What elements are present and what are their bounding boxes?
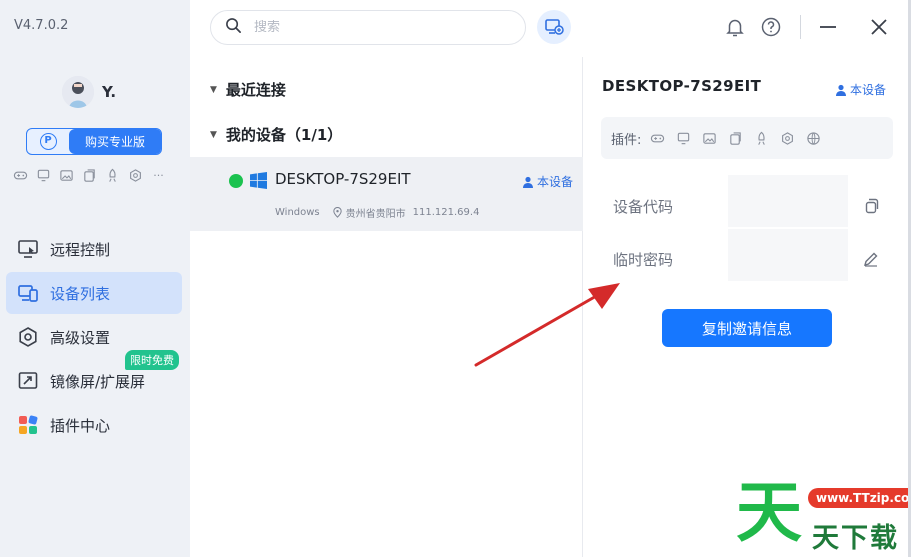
copy-icon[interactable] xyxy=(81,167,98,184)
notification-bell-icon[interactable] xyxy=(722,14,748,40)
gamepad-icon[interactable] xyxy=(12,167,29,184)
nav-item-plugin-center[interactable]: 插件中心 xyxy=(6,404,182,446)
camera-icon[interactable] xyxy=(779,130,796,147)
settings-hexagon-icon xyxy=(16,325,40,349)
copy-invite-button[interactable]: 复制邀请信息 xyxy=(662,309,832,347)
nav-label: 设备列表 xyxy=(50,284,111,303)
help-icon[interactable] xyxy=(758,14,784,40)
annotation-arrow xyxy=(474,283,620,367)
watermark-url: www.TTzip.com xyxy=(808,488,911,508)
minimize-icon[interactable] xyxy=(815,14,841,40)
screen-icon[interactable] xyxy=(35,167,52,184)
free-badge: 限时免费 xyxy=(125,350,179,370)
plugins-label: 插件: xyxy=(611,132,642,148)
pro-icon: P xyxy=(27,129,69,154)
buy-pro-label: 购买专业版 xyxy=(69,129,161,154)
globe-icon[interactable] xyxy=(805,130,822,147)
image-icon[interactable] xyxy=(58,167,75,184)
more-icon[interactable]: ··· xyxy=(150,167,167,184)
watermark-logo-char: 天 xyxy=(736,474,802,551)
remote-control-icon xyxy=(16,237,40,261)
nav-label: 插件中心 xyxy=(50,416,111,435)
group-my-devices[interactable]: ▼ 我的设备（1/1） xyxy=(210,124,342,145)
detail-this-device-tag: 本设备 xyxy=(835,81,886,98)
nav-label: 镜像屏/扩展屏 xyxy=(50,372,146,391)
rocket-icon[interactable] xyxy=(104,167,121,184)
site-watermark: 天 www.TTzip.com 天下载 xyxy=(728,476,911,557)
this-device-tag: 本设备 xyxy=(522,173,573,190)
username[interactable]: Y. xyxy=(102,83,116,101)
mirror-screen-icon xyxy=(16,369,40,393)
copy-code-icon[interactable] xyxy=(860,195,882,217)
temp-password-value-masked xyxy=(728,229,848,281)
search-input[interactable] xyxy=(254,20,494,35)
nav-label: 高级设置 xyxy=(50,328,111,347)
plugin-center-icon xyxy=(16,413,40,437)
device-ip: 111.121.69.4 xyxy=(412,207,480,218)
screen-add-icon xyxy=(545,19,564,35)
sidebar-plugin-icons: ··· xyxy=(12,167,167,184)
gamepad-icon[interactable] xyxy=(649,130,666,147)
device-location: 贵州省贵阳市 xyxy=(345,209,406,220)
device-code-label: 设备代码 xyxy=(613,198,674,216)
device-list-icon xyxy=(16,281,40,305)
sidebar: V4.7.0.2 Y. P 购买专业版 ··· 远程控制 设备列表 高级设置 限… xyxy=(0,0,190,557)
avatar[interactable] xyxy=(62,76,94,108)
watermark-text: 天下载 xyxy=(812,523,899,554)
windows-icon xyxy=(250,172,267,189)
close-icon[interactable] xyxy=(866,14,892,40)
camera-icon[interactable] xyxy=(127,167,144,184)
device-meta: Windows 贵州省贵阳市 111.121.69.4 xyxy=(275,205,479,220)
toolbar-divider xyxy=(800,15,801,39)
nav-item-device-list[interactable]: 设备列表 xyxy=(6,272,182,314)
temp-password-label: 临时密码 xyxy=(613,251,674,269)
detail-device-name: DESKTOP-7S29EIT xyxy=(602,77,762,95)
buy-pro-button[interactable]: P 购买专业版 xyxy=(26,128,162,155)
copy-icon[interactable] xyxy=(727,130,744,147)
edit-password-icon[interactable] xyxy=(860,248,882,270)
search-box[interactable] xyxy=(210,10,526,45)
sidebar-nav: 远程控制 设备列表 高级设置 限时免费 镜像屏/扩展屏 插件中心 xyxy=(6,228,182,448)
group-recent-connections[interactable]: ▼ 最近连接 xyxy=(210,79,286,100)
nav-item-mirror-screen[interactable]: 限时免费 镜像屏/扩展屏 xyxy=(6,350,182,402)
add-device-button[interactable] xyxy=(537,10,571,44)
caret-down-icon: ▼ xyxy=(210,129,217,140)
location-pin-icon xyxy=(332,207,342,218)
device-row[interactable]: DESKTOP-7S29EIT 本设备 Windows 贵州省贵阳市 111.1… xyxy=(190,157,583,231)
device-name: DESKTOP-7S29EIT xyxy=(275,170,411,188)
caret-down-icon: ▼ xyxy=(210,84,217,95)
online-status-dot xyxy=(229,174,243,188)
nav-item-remote-control[interactable]: 远程控制 xyxy=(6,228,182,270)
nav-label: 远程控制 xyxy=(50,240,111,259)
app-version: V4.7.0.2 xyxy=(14,18,69,33)
user-icon xyxy=(522,176,533,188)
rocket-icon[interactable] xyxy=(753,130,770,147)
detail-plugins-bar: 插件: xyxy=(601,117,893,159)
user-icon xyxy=(836,84,846,96)
device-code-value-masked xyxy=(728,175,848,227)
device-os: Windows xyxy=(275,207,320,218)
search-icon xyxy=(225,17,242,38)
screen-icon[interactable] xyxy=(675,130,692,147)
image-icon[interactable] xyxy=(701,130,718,147)
